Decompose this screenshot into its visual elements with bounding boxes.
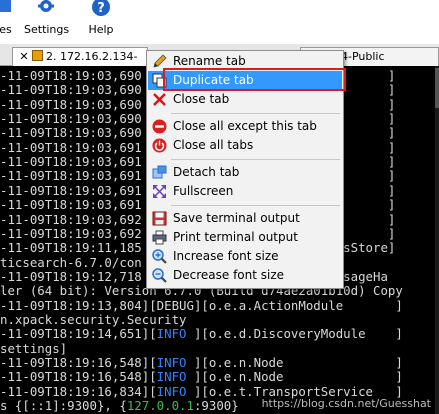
rename-pencil-icon [153,54,167,68]
log-level-text: INFO [156,355,187,370]
terminal-text: -11-09T18:19:03,690 [0,82,142,98]
menu-item-label: Increase font size [173,249,279,263]
terminal-text: :9300} [193,398,239,414]
terminal-line: -11-09T18:19:16,548][INFO ][o.e.n.Node ] [0,369,403,384]
menu-separator [171,113,340,114]
terminal-text: -11-09T18:19:03,691 [0,168,142,184]
terminal-line: s {[::1]:9300}, {127.0.0.1:9300} [0,398,239,413]
highlight-annotation-box [163,68,346,91]
menu-separator [171,159,340,160]
terminal-text: -11-09T18:19:03,691 [0,182,142,198]
terminal-text: ticsearch-6.7.0/con [0,254,142,270]
terminal-text: ][o.e.n.Node ] [186,369,403,385]
toolbar-help-label: Help [88,23,114,36]
printer-icon [152,230,167,245]
terminal-text: -11-09T18:19:16,834][ [0,383,157,399]
terminal-text: -11-09T18:19:11,185 [0,240,142,256]
terminal-text: -11-09T18:19:16,548][ [0,369,157,385]
zoom-out-icon [152,268,167,283]
terminal-text: -11-09T18:19:14,651][ [0,326,157,342]
terminal-text: -11-09T18:19:12,718 [0,268,142,284]
menu-item-label: Rename tab [173,54,246,68]
terminal-text: -11-09T18:19:03,690 [0,68,142,83]
terminal-line: settings] [0,341,67,356]
toolbar-help-button[interactable]: ? Help [84,0,118,44]
terminal-line: -11-09T18:19:16,548][INFO ][o.e.n.Node ] [0,355,403,370]
terminal-text: -11-09T18:19:16,548][ [0,355,157,370]
menu-item-increase-font[interactable]: Increase font size [148,247,342,266]
terminal-text: -11-09T18:19:03,692 [0,211,142,227]
menu-item-label: Detach tab [173,165,240,179]
terminal-text: ][o.e.n.Node ] [186,355,403,370]
toolbar-sessions-button[interactable]: ges [0,0,16,44]
terminal-line: -11-09T18:19:14,651][INFO ][o.e.d.Discov… [0,326,403,341]
help-icon: ? [92,0,110,16]
terminal-text: -11-09T18:19:03,691 [0,139,142,155]
power-icon [152,138,167,153]
menu-item-label: Close tab [173,92,230,106]
menu-item-label: Fullscreen [173,184,234,198]
terminal-text: -11-09T18:19:03,690 [0,96,142,112]
menu-separator [171,205,340,206]
tab-session-icon [32,50,43,61]
toolbar-settings-label: Settings [24,23,70,36]
menu-item-print-output[interactable]: Print terminal output [148,228,342,247]
terminal-text: s {[::1]:9300}, { [0,398,127,414]
terminal-text: -11-09T18:19:03,690 [0,125,142,141]
save-icon [152,211,167,226]
menu-item-close-tab[interactable]: Close tab [148,90,342,109]
menu-item-decrease-font[interactable]: Decrease font size [148,266,342,285]
watermark: https://blog.csdn.net/Guesshat [261,397,431,410]
log-level-text: INFO [156,369,187,385]
close-x-icon [153,93,166,106]
scrollbar-thumb[interactable] [435,68,439,108]
svg-text:?: ? [97,1,105,16]
terminal-text: -11-09T18:19:13,804][DEBUG][o.e.a.Action… [0,297,403,313]
menu-item-detach-tab[interactable]: Detach tab [148,163,342,182]
terminal-line: -11-09T18:19:13,804][DEBUG][o.e.a.Action… [0,298,403,313]
sessions-icon [0,0,11,12]
ip-address-text: 127.0.0.1 [126,398,194,414]
menu-item-label: Decrease font size [173,268,285,282]
menu-item-close-all-tabs[interactable]: Close all tabs [148,136,342,155]
menu-item-label: Print terminal output [173,230,298,244]
toolbar-sessions-label: ges [0,23,12,36]
toolbar: ges Settings ? Help [0,0,439,44]
toolbar-settings-button[interactable]: Settings [24,0,70,44]
terminal-line: n.xpack.security.Security [0,312,187,327]
menu-item-save-output[interactable]: Save terminal output [148,209,342,228]
terminal-text: ][o.e.d.DiscoveryModule ] [186,326,403,342]
detach-icon [152,165,167,179]
terminal-scrollbar[interactable] [435,66,439,414]
terminal-line: ticsearch-6.7.0/con [0,255,142,270]
menu-item-label: Close all except this tab [173,119,317,133]
zoom-in-icon [152,249,167,264]
close-tab-icon[interactable]: ✕ [19,48,29,65]
log-level-text: INFO [156,326,187,342]
menu-item-fullscreen[interactable]: Fullscreen [148,182,342,201]
menu-item-label: Save terminal output [173,211,300,225]
tab-label: 4-Public [341,50,385,63]
fullscreen-icon [153,185,166,198]
terminal-text: -11-09T18:19:03,691 [0,154,142,170]
menu-item-label: Close all tabs [173,138,254,152]
log-level-text: INFO [156,383,187,399]
terminal-text: -11-09T18:19:03,690 [0,111,142,127]
tab-session-2[interactable]: ✕2. 172.16.2.134-Public [12,47,148,80]
terminal-text: -11-09T18:19:03,691 [0,197,142,213]
gear-icon [38,0,54,12]
terminal-text: -11-09T18:19:03,692 [0,225,142,241]
minus-circle-icon [152,119,167,134]
terminal-text: settings] [0,340,68,356]
terminal-text: n.xpack.security.Security [0,311,187,327]
menu-item-close-all-except[interactable]: Close all except this tab [148,117,342,136]
